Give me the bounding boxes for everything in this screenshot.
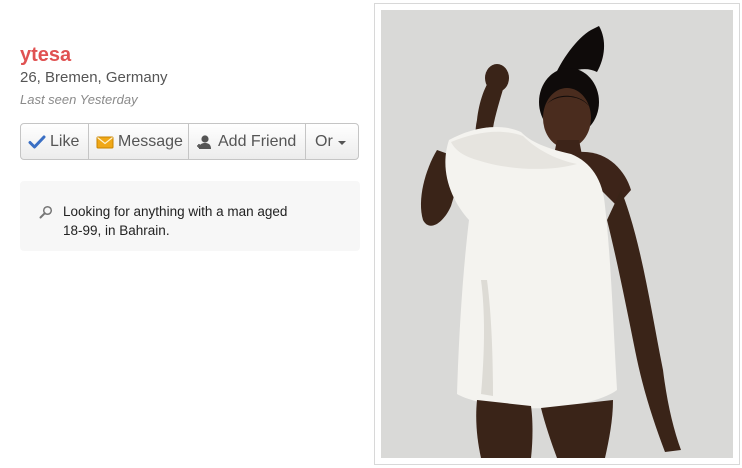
profile-photo-frame[interactable] [374,3,740,465]
magnifier-icon [39,205,53,219]
looking-for-panel: Looking for anything with a man aged 18-… [20,181,360,251]
like-button[interactable]: Like [21,124,89,159]
message-button[interactable]: Message [89,124,189,159]
profile-photo[interactable] [381,10,733,458]
envelope-icon [96,134,114,150]
profile-username[interactable]: ytesa [20,43,71,67]
like-label: Like [50,132,80,150]
looking-for-text: Looking for anything with a man aged 18-… [63,204,288,238]
add-person-icon [196,134,214,150]
profile-location: 26, Bremen, Germany [20,69,168,86]
message-label: Message [118,132,183,150]
checkmark-icon [28,134,46,150]
more-options-dropdown[interactable]: Or [306,124,358,159]
profile-action-buttons: Like Message Add Friend Or [20,123,359,160]
add-friend-label: Add Friend [218,132,297,150]
add-friend-button[interactable]: Add Friend [189,124,306,159]
last-seen-status: Last seen Yesterday [20,92,138,107]
more-options-label: Or [315,132,333,150]
caret-down-icon [337,140,346,145]
profile-page: ytesa 26, Bremen, Germany Last seen Yest… [0,0,742,468]
